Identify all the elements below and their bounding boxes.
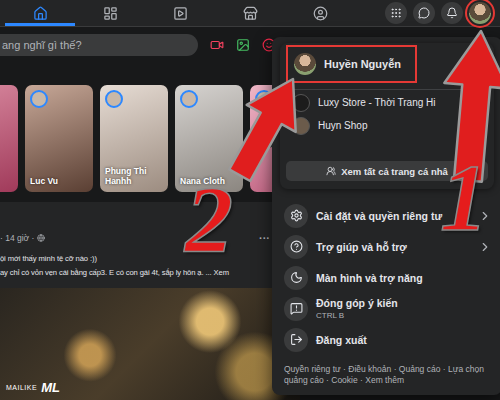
menu-item[interactable]: Màn hình và trợ năng: [280, 263, 494, 292]
menu-item-icon-circle: [284, 328, 308, 352]
menu-item-label: Màn hình và trợ năng: [316, 272, 492, 284]
notifications-button[interactable]: [441, 2, 463, 24]
watermark: MAILIKE ML: [6, 380, 60, 395]
nav-tab-icon: [103, 6, 118, 21]
story-card[interactable]: Phung Thi Hanhh: [100, 85, 168, 192]
annotation-number: 1: [440, 150, 488, 246]
profile-row[interactable]: Huyền Nguyễn: [286, 45, 417, 83]
menu-item-shortcut: CTRL B: [316, 311, 492, 320]
menu-item[interactable]: Đóng góp ý kiến CTRL B: [280, 294, 494, 323]
account-avatar[interactable]: [469, 2, 491, 24]
moon-icon: [290, 271, 303, 284]
nav-tab[interactable]: [285, 0, 355, 26]
menu-button[interactable]: [385, 2, 407, 24]
feedback-icon: [290, 302, 303, 315]
watermark-text: MAILIKE: [6, 384, 37, 391]
feed: ang nghĩ gì thế?Luc VuPhung Thi HanhhNan…: [0, 27, 300, 400]
menu-item-icon-circle: [284, 204, 308, 228]
messenger-icon: [418, 7, 430, 19]
story-avatar: [255, 90, 273, 108]
page-row[interactable]: Luxy Store - Thời Trang Hi: [286, 91, 488, 114]
page-name: Luxy Store - Thời Trang Hi: [318, 97, 436, 108]
page-name: Huyn Shop: [318, 120, 367, 131]
photo-icon[interactable]: [236, 38, 250, 52]
annotation-arrow-icon: [215, 65, 317, 188]
profile-name: Huyền Nguyễn: [324, 58, 401, 70]
nav-tab-icon: [33, 6, 48, 21]
page-avatar: [292, 117, 310, 135]
top-bar: [0, 0, 500, 27]
story-name: Phung Thi Hanhh: [105, 167, 163, 187]
stories-row: Luc VuPhung Thi HanhhNana Cloth: [0, 85, 300, 192]
composer: ang nghĩ gì thế?: [0, 33, 300, 57]
post-header: · 14 giờ · ···: [0, 202, 300, 248]
top-right-actions: [385, 2, 500, 24]
nav-tab-icon: [313, 6, 328, 21]
post-line: ội mới thấy mình tệ cỡ nào :)): [0, 252, 300, 266]
see-all-label: Xem tất cả trang cá nhâ: [341, 166, 448, 177]
nav-tab[interactable]: [215, 0, 285, 26]
nav-tab[interactable]: [5, 0, 75, 26]
globe-icon: [37, 234, 45, 242]
post-text: ội mới thấy mình tệ cỡ nào :))ay chỉ có …: [0, 248, 300, 288]
story-avatar: [30, 90, 48, 108]
nav-tab[interactable]: [75, 0, 145, 26]
story-avatar: [105, 90, 123, 108]
menu-footer[interactable]: Quyền riêng tư · Điều khoản · Quảng cáo …: [280, 364, 494, 387]
menu-item-icon-circle: [284, 235, 308, 259]
help-icon: [290, 240, 303, 253]
menu-item-text: Đăng xuất: [316, 334, 492, 346]
story-avatar: [180, 90, 198, 108]
menu-item-icon-circle: [284, 297, 308, 321]
story-card[interactable]: [0, 85, 18, 192]
logout-icon: [290, 333, 303, 346]
story-card[interactable]: Luc Vu: [25, 85, 93, 192]
menu-item[interactable]: Đăng xuất: [280, 325, 494, 354]
facebook-page: ang nghĩ gì thế?Luc VuPhung Thi HanhhNan…: [0, 0, 500, 400]
bell-icon: [446, 7, 458, 19]
profiles-icon: [326, 166, 336, 176]
menu-item-label: Đóng góp ý kiến: [316, 297, 492, 309]
grid-icon: [390, 7, 402, 19]
menu-item-icon-circle: [284, 266, 308, 290]
nav-tab-icon: [173, 6, 188, 21]
annotation-number: 2: [185, 172, 233, 268]
settings-icon: [290, 209, 303, 222]
post-card: · 14 giờ · ··· ội mới thấy mình tệ cỡ nào …: [0, 202, 300, 400]
nav-tab-icon: [243, 6, 258, 21]
post-meta: · 14 giờ ·: [0, 233, 34, 243]
live-video-icon[interactable]: [210, 38, 224, 52]
post-more-button[interactable]: ···: [259, 232, 270, 244]
menu-item-text: Đóng góp ý kiến CTRL B: [316, 297, 492, 320]
messenger-button[interactable]: [413, 2, 435, 24]
post-line: ay chỉ có vỏn vẹn cái bằng cấp3. E có co…: [0, 266, 300, 280]
profile-avatar: [294, 53, 316, 75]
story-name: Luc Vu: [30, 177, 88, 187]
menu-item-label: Đăng xuất: [316, 334, 492, 346]
nav-tab[interactable]: [145, 0, 215, 26]
page-row[interactable]: Huyn Shop: [286, 114, 488, 137]
composer-input[interactable]: ang nghĩ gì thế?: [0, 34, 198, 56]
menu-item-text: Màn hình và trợ năng: [316, 272, 492, 284]
divider: [286, 89, 488, 90]
page-avatar: [292, 94, 310, 112]
watermark-logo: ML: [41, 380, 60, 395]
nav-tabs: [0, 0, 355, 26]
